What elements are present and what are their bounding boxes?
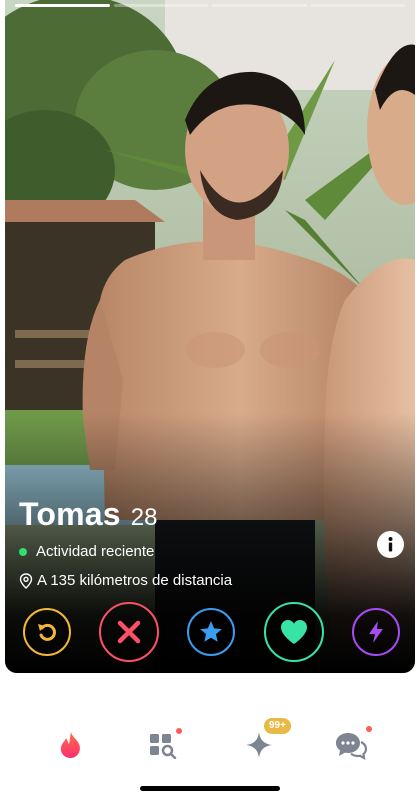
bottom-tab-bar: 99+ [0,700,420,780]
profile-card[interactable]: Tomas 28 Actividad reciente A 135 kilóme… [5,0,415,673]
boost-button[interactable] [352,608,400,656]
tab-messages[interactable] [334,728,368,762]
photo-progress-segment [310,4,405,7]
info-icon [388,537,393,552]
activity-label: Actividad reciente [36,543,155,560]
location-pin-icon [19,572,33,589]
super-like-button[interactable] [187,608,235,656]
profile-info: Tomas 28 Actividad reciente A 135 kilóme… [19,496,395,589]
rewind-button[interactable] [23,608,71,656]
tab-home[interactable] [54,728,88,762]
flame-icon [60,732,80,758]
tab-explore[interactable] [146,728,180,762]
profile-info-button[interactable] [377,531,404,558]
rewind-icon [38,623,56,641]
photo-progress-segment [113,4,208,7]
heart-icon [281,620,307,644]
distance-row: A 135 kilómetros de distancia [19,572,395,589]
activity-row: Actividad reciente [19,543,395,560]
lightning-icon [369,621,383,643]
nope-button[interactable] [99,602,159,662]
online-status-dot [19,547,27,556]
star-icon [200,621,222,642]
chat-icon [336,733,368,760]
like-button[interactable] [264,602,324,662]
action-buttons [5,602,415,662]
distance-label: A 135 kilómetros de distancia [37,572,233,589]
name-age-row: Tomas 28 [19,496,395,533]
photo-progress-bar [15,4,405,7]
close-icon [117,620,141,644]
profile-name: Tomas [19,496,121,532]
explore-icon [150,734,177,759]
messages-notification-dot [366,726,372,732]
photo-progress-segment [212,4,307,7]
sparkle-icon [246,732,272,758]
explore-notification-dot [176,728,182,734]
home-indicator [140,786,280,791]
profile-age: 28 [130,504,158,531]
photo-progress-segment [15,4,110,7]
gold-count-badge: 99+ [264,718,291,734]
